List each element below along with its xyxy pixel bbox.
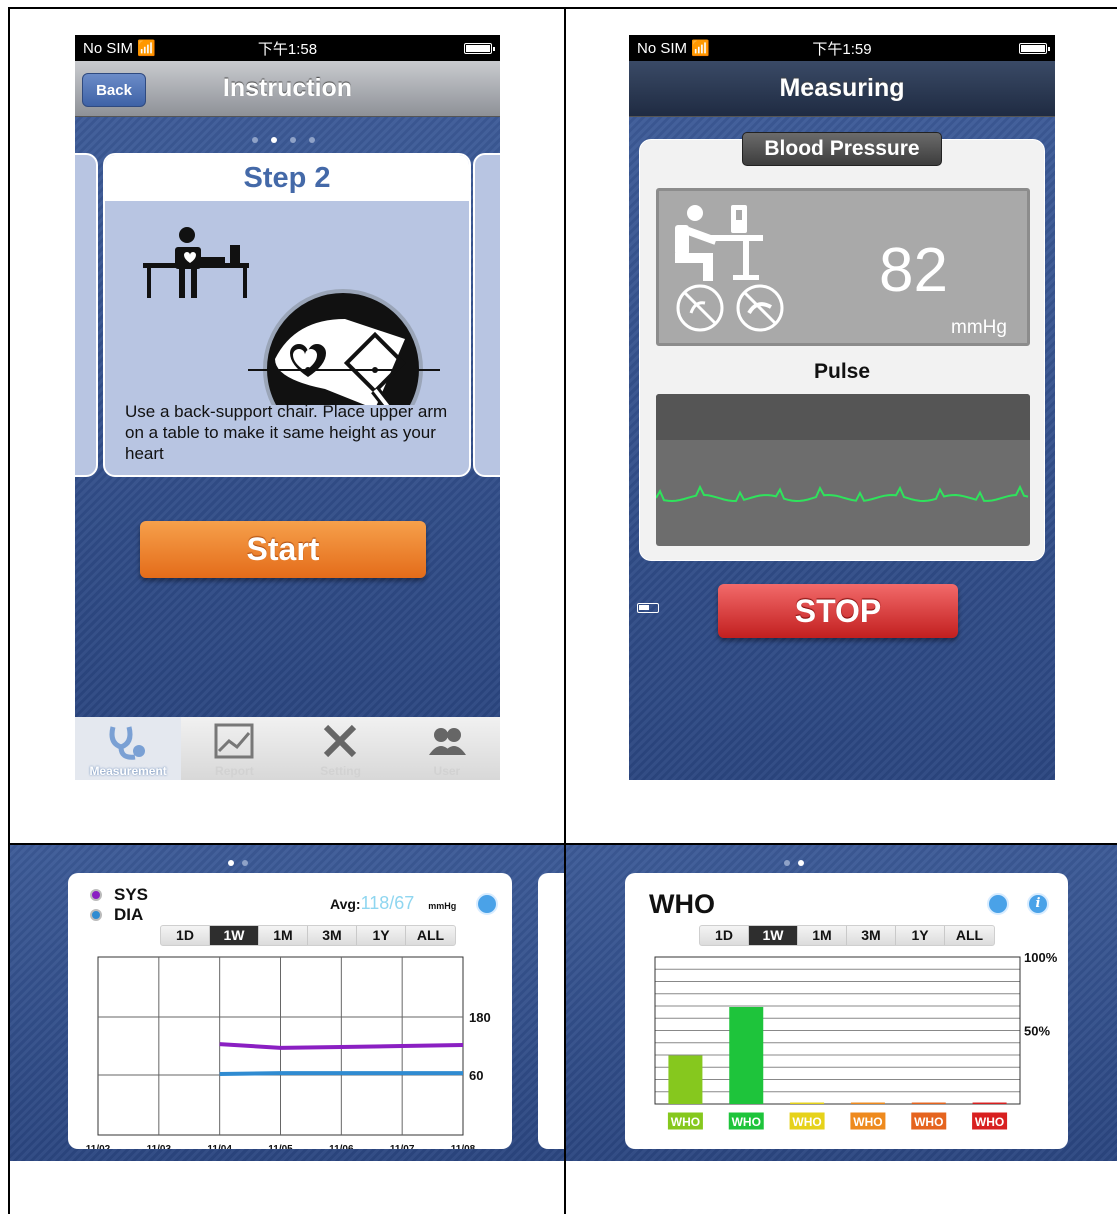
who-bar — [911, 1102, 946, 1104]
battery-icon — [464, 43, 495, 54]
pressure-value: 82 — [879, 236, 948, 305]
pulse-waveform — [656, 394, 1030, 546]
page-dot — [242, 860, 248, 866]
bp-trend-card: SYS DIA Avg:118/67 mmHg 1D 1W 1M 3M 1Y ALL 18… — [68, 873, 512, 1149]
x-tick-label: 11/06 — [329, 1144, 354, 1149]
page-indicator[interactable] — [252, 137, 315, 143]
x-tick-label: 11/02 — [86, 1144, 111, 1149]
instruction-screen: No SIM 📶 下午1:58 Back Instruction Step 2 — [75, 35, 500, 780]
start-button[interactable]: Start — [140, 521, 426, 578]
step-card-next[interactable] — [473, 153, 500, 477]
tab-setting[interactable]: Setting — [288, 717, 394, 780]
page-dot — [271, 137, 277, 143]
no-talking-icon — [676, 284, 724, 332]
tab-bar: Measurement Report Setting User — [75, 717, 500, 780]
content-background: Step 2 Use a back-support chair. Place u… — [75, 117, 500, 717]
x-category-label: WHO — [975, 1115, 1004, 1129]
y-tick-label: 50% — [1024, 1024, 1050, 1039]
status-bar: No SIM 📶 下午1:58 — [75, 35, 500, 61]
who-card: WHO i 1D 1W 1M 3M 1Y ALL 100% 50% WHO WHO WHO WHO W… — [625, 873, 1068, 1149]
step-card-previous[interactable] — [75, 153, 98, 477]
tab-measurement[interactable]: Measurement — [75, 717, 182, 780]
blood-pressure-badge: Blood Pressure — [742, 132, 942, 166]
x-tick-label: 11/03 — [147, 1144, 172, 1149]
who-screen: WHO i 1D 1W 1M 3M 1Y ALL 100% 50% WHO WHO WHO WHO W… — [566, 845, 1117, 1161]
x-category-label: WHO — [671, 1115, 700, 1129]
who-bar — [972, 1102, 1007, 1104]
x-category-label: WHO — [732, 1115, 761, 1129]
page-dot — [252, 137, 258, 143]
status-time: 下午1:58 — [257, 40, 318, 58]
tab-label: Measurement — [89, 764, 167, 778]
x-tick-label: 11/04 — [207, 1144, 232, 1149]
page-dot — [290, 137, 296, 143]
x-category-label: WHO — [853, 1115, 882, 1129]
pressure-unit: mmHg — [951, 317, 1007, 338]
seated-posture-illustration — [143, 227, 440, 405]
device-battery-icon — [637, 603, 659, 613]
content-background: WHO i 1D 1W 1M 3M 1Y ALL 100% 50% WHO WHO WHO WHO W… — [566, 845, 1117, 1161]
page-indicator[interactable] — [784, 860, 804, 866]
page-dot — [228, 860, 234, 866]
stop-button[interactable]: STOP — [718, 584, 958, 638]
page-dot — [309, 137, 315, 143]
y-tick-label: 180 — [469, 1010, 491, 1025]
bp-trend-chart: 180 60 11/02 11/03 11/04 11/05 11/06 11/07 11/08 — [86, 956, 491, 1149]
who-bar — [668, 1055, 703, 1104]
nav-bar: Measuring — [629, 61, 1055, 117]
pulse-trace — [656, 484, 1029, 503]
measuring-screen: No SIM 📶 下午1:59 Measuring 82 mmHg Pulse … — [629, 35, 1055, 780]
trend-screen: SYS DIA Avg:118/67 mmHg 1D 1W 1M 3M 1Y ALL 18… — [10, 845, 564, 1161]
who-bar — [850, 1102, 885, 1104]
page-indicator[interactable] — [228, 860, 248, 866]
page-title: Instruction — [222, 74, 353, 102]
tab-user[interactable]: User — [394, 717, 500, 780]
step-description: Use a back-support chair. Place upper ar… — [125, 402, 448, 463]
step-title: Step 2 — [105, 155, 469, 201]
x-tick-label: 11/05 — [268, 1144, 293, 1149]
content-background: SYS DIA Avg:118/67 mmHg 1D 1W 1M 3M 1Y ALL 18… — [10, 845, 564, 1161]
status-bar: No SIM 📶 下午1:59 — [629, 35, 1055, 61]
content-background: 82 mmHg Pulse Blood Pressure STOP — [629, 117, 1055, 780]
step-card[interactable]: Step 2 Use a back-support chair. Place u… — [103, 153, 471, 477]
next-card-peek[interactable] — [538, 873, 564, 1149]
status-time: 下午1:59 — [812, 40, 872, 58]
measurement-panel: 82 mmHg Pulse — [639, 139, 1045, 561]
battery-icon — [1019, 43, 1050, 54]
reading-display: 82 mmHg — [656, 188, 1030, 346]
pulse-label: Pulse — [813, 360, 871, 383]
x-tick-label: 11/07 — [390, 1144, 415, 1149]
y-tick-label: 100% — [1024, 950, 1058, 965]
grid-border-top — [8, 7, 1117, 9]
tab-label: User — [433, 764, 461, 778]
y-tick-label: 60 — [469, 1068, 483, 1083]
series-line-dia — [219, 1071, 463, 1076]
who-bar-chart: 100% 50% WHO WHO WHO WHO WHO WHO — [654, 950, 1058, 1131]
x-category-label: WHO — [792, 1115, 821, 1129]
who-bar — [790, 1102, 825, 1104]
tab-label: Report — [215, 764, 254, 778]
tab-label: Setting — [320, 764, 361, 778]
tab-report[interactable]: Report — [181, 717, 287, 780]
x-tick-label: 11/08 — [451, 1144, 476, 1149]
nav-bar: Back Instruction — [75, 61, 500, 117]
page-title: Measuring — [779, 74, 905, 102]
who-bar — [729, 1006, 764, 1104]
page-dot — [784, 860, 790, 866]
page-dot — [798, 860, 804, 866]
no-movement-icon — [736, 284, 784, 332]
x-category-label: WHO — [914, 1115, 943, 1129]
